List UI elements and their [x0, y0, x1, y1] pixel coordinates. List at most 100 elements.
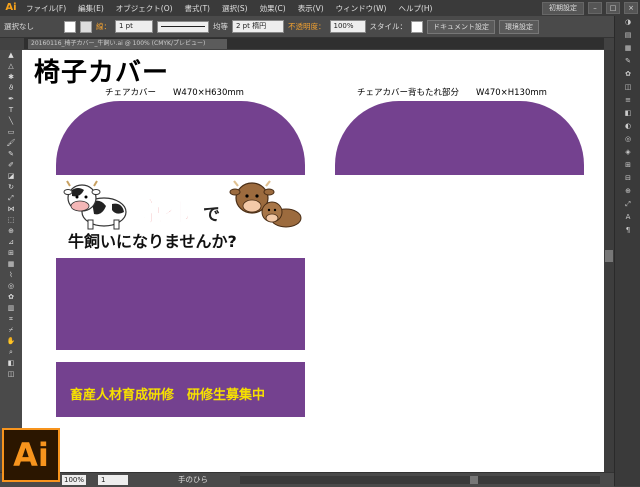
rotate-tool-icon[interactable]: ↻: [0, 182, 22, 193]
brushes-icon[interactable]: ✎: [615, 55, 640, 68]
chair-cover-bottom-shape[interactable]: 畜産人材育成研修 研修生募集中: [56, 362, 305, 417]
banner-de: で: [203, 205, 220, 225]
fill-swatch[interactable]: [64, 20, 76, 33]
document-tab[interactable]: 20160116_椅子カバー_牛飼い.ai @ 100% (CMYK/プレビュー…: [28, 39, 227, 49]
opacity-input[interactable]: 100%: [329, 20, 366, 33]
selection-tool-icon[interactable]: ▲: [0, 50, 22, 61]
rectangle-tool-icon[interactable]: ▭: [0, 127, 22, 138]
backrest-shape[interactable]: [335, 101, 584, 175]
transparency-icon[interactable]: ◐: [615, 120, 640, 133]
control-bar: 選択なし 線： 1 pt 均等 2 pt 楕円 不透明度： 100% スタイル：…: [0, 16, 640, 38]
artboard-number[interactable]: 1: [98, 475, 128, 485]
minimize-button[interactable]: –: [588, 2, 602, 14]
chair-cover-top-shape[interactable]: [56, 101, 305, 175]
paragraph-icon[interactable]: ¶: [615, 224, 640, 237]
document-title: 椅子カバー: [34, 58, 170, 88]
mesh-tool-icon[interactable]: ⊞: [0, 248, 22, 259]
type-tool-icon[interactable]: T: [0, 105, 22, 116]
menu-bar: Ai ファイル(F) 編集(E) オブジェクト(O) 書式(T) 選択(S) 効…: [0, 0, 640, 16]
line-tool-icon[interactable]: ╲: [0, 116, 22, 127]
preferences-button[interactable]: 環境設定: [499, 19, 539, 34]
drawing-mode-icon[interactable]: ◫: [0, 369, 22, 380]
color-panel-icon[interactable]: ◑: [615, 16, 640, 29]
style-label: スタイル：: [369, 22, 408, 31]
vertical-scroll-thumb[interactable]: [605, 250, 613, 262]
chair-cover-middle-shape[interactable]: [56, 258, 305, 350]
current-tool-status: 手のひら: [178, 475, 208, 484]
stroke-label[interactable]: 線：: [96, 21, 111, 32]
graphic-styles-icon[interactable]: ◫: [615, 81, 640, 94]
pen-tool-icon[interactable]: ✒: [0, 94, 22, 105]
layers-icon[interactable]: ◈: [615, 146, 640, 159]
fill-stroke-icon[interactable]: ◧: [0, 358, 22, 369]
menu-object[interactable]: オブジェクト(O): [110, 3, 179, 14]
menu-select[interactable]: 選択(S): [216, 3, 254, 14]
shape-builder-tool-icon[interactable]: ⊕: [0, 226, 22, 237]
artboard-tool-icon[interactable]: ⌗: [0, 314, 22, 325]
vertical-scrollbar[interactable]: [604, 50, 614, 472]
document-settings-button[interactable]: ドキュメント設定: [427, 19, 495, 34]
column-graph-tool-icon[interactable]: ▥: [0, 303, 22, 314]
blend-tool-icon[interactable]: ◎: [0, 281, 22, 292]
close-button[interactable]: ×: [624, 2, 638, 14]
panel-dock: ◑ ▤ ▦ ✎ ✿ ◫ ≡ ◧ ◐ ◎ ◈ ⊞ ⊟ ⊕ ⤢ A ¶: [614, 16, 640, 486]
width-tool-icon[interactable]: ⋈: [0, 204, 22, 215]
eraser-tool-icon[interactable]: ◪: [0, 171, 22, 182]
banner-artwork[interactable]: 京都 で 牛飼いになりませんか?: [56, 178, 305, 256]
horizontal-scrollbar[interactable]: [240, 476, 600, 484]
menu-type[interactable]: 書式(T): [179, 3, 216, 14]
tools-panel: ▲ △ ✱ ϑ ✒ T ╲ ▭ 🖌 ✎ ✐ ◪ ↻ ⤢ ⋈ ⬚ ⊕ ⊿ ⊞ ▦ …: [0, 50, 23, 470]
perspective-grid-tool-icon[interactable]: ⊿: [0, 237, 22, 248]
banner-tagline: 牛飼いになりませんか?: [68, 232, 237, 251]
style-swatch[interactable]: [411, 20, 423, 33]
stroke-panel-icon[interactable]: ≡: [615, 94, 640, 107]
recruitment-text: 畜産人材育成研修 研修生募集中: [70, 388, 266, 403]
pencil-tool-icon[interactable]: ✎: [0, 149, 22, 160]
document-tab-bar: 20160116_椅子カバー_牛飼い.ai @ 100% (CMYK/プレビュー…: [24, 38, 604, 49]
backrest-label: チェアカバー背もたれ部分 W470×H130mm: [357, 88, 547, 98]
artboards-icon[interactable]: ⊞: [615, 159, 640, 172]
stroke-swatch[interactable]: [80, 20, 92, 33]
symbol-sprayer-tool-icon[interactable]: ✿: [0, 292, 22, 303]
zoom-level[interactable]: 100%: [62, 475, 86, 485]
status-bar: 100% 1 手のひら: [0, 472, 614, 487]
menu-help[interactable]: ヘルプ(H): [392, 3, 438, 14]
character-icon[interactable]: A: [615, 211, 640, 224]
menu-view[interactable]: 表示(V): [292, 3, 330, 14]
eyedropper-tool-icon[interactable]: ⌇: [0, 270, 22, 281]
slice-tool-icon[interactable]: ⌿: [0, 325, 22, 336]
horizontal-scroll-thumb[interactable]: [470, 476, 478, 484]
banner-kyoto: 京都: [137, 198, 191, 229]
lasso-tool-icon[interactable]: ϑ: [0, 83, 22, 94]
free-transform-tool-icon[interactable]: ⬚: [0, 215, 22, 226]
app-logo: Ai: [5, 2, 17, 13]
gradient-panel-icon[interactable]: ◧: [615, 107, 640, 120]
paintbrush-tool-icon[interactable]: 🖌: [0, 138, 22, 149]
maximize-button[interactable]: □: [606, 2, 620, 14]
brush-dropdown[interactable]: 2 pt 楕円: [232, 20, 284, 33]
transform-icon[interactable]: ⤢: [615, 198, 640, 211]
stroke-profile-preview[interactable]: [157, 20, 209, 33]
pathfinder-icon[interactable]: ⊕: [615, 185, 640, 198]
magic-wand-tool-icon[interactable]: ✱: [0, 72, 22, 83]
align-icon[interactable]: ⊟: [615, 172, 640, 185]
appearance-icon[interactable]: ◎: [615, 133, 640, 146]
scale-tool-icon[interactable]: ⤢: [0, 193, 22, 204]
swatches-icon[interactable]: ▦: [615, 42, 640, 55]
menu-edit[interactable]: 編集(E): [72, 3, 110, 14]
direct-selection-tool-icon[interactable]: △: [0, 61, 22, 72]
stroke-weight-input[interactable]: 1 pt: [115, 20, 153, 33]
blob-brush-tool-icon[interactable]: ✐: [0, 160, 22, 171]
hand-tool-icon[interactable]: ✋: [0, 336, 22, 347]
symbols-icon[interactable]: ✿: [615, 68, 640, 81]
gradient-tool-icon[interactable]: ▦: [0, 259, 22, 270]
color-guide-icon[interactable]: ▤: [615, 29, 640, 42]
illustrator-logo: Ai: [2, 428, 60, 482]
menu-window[interactable]: ウィンドウ(W): [330, 3, 393, 14]
menu-effect[interactable]: 効果(C): [254, 3, 292, 14]
menu-file[interactable]: ファイル(F): [20, 3, 72, 14]
opacity-label[interactable]: 不透明度：: [288, 21, 326, 32]
brown-cows-illustration: [229, 180, 302, 228]
zoom-tool-icon[interactable]: ⌕: [0, 347, 22, 358]
workspace-switcher[interactable]: 初期設定: [542, 1, 584, 15]
